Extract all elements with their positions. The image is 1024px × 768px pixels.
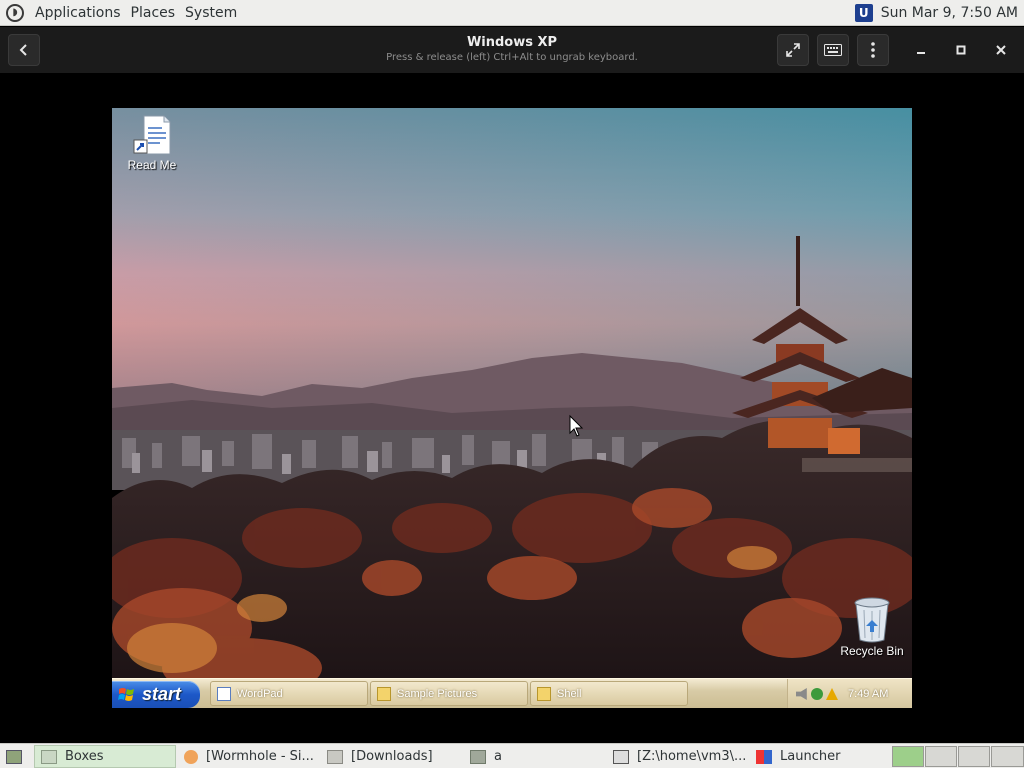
xp-taskbar: start WordPad Sample Pictures Shell 7:49… <box>112 678 912 708</box>
folder-icon <box>327 749 343 764</box>
fullscreen-icon <box>786 43 800 57</box>
desktop-icon-recycle-bin[interactable]: Recycle Bin <box>832 596 912 658</box>
workspace-4[interactable] <box>991 746 1024 767</box>
taskbar-item-label: WordPad <box>237 687 283 700</box>
taskbar-item-label: [Downloads] <box>351 749 433 764</box>
app-indicator-icon[interactable]: U <box>854 3 873 22</box>
top-menu-bar: ◗ Applications Places System <box>0 0 248 26</box>
taskbar-item-label: [Wormhole - Si... <box>206 749 314 764</box>
folder-icon <box>470 749 486 764</box>
maximize-icon <box>956 45 966 55</box>
folder-icon <box>377 686 391 701</box>
xp-system-tray: 7:49 AM <box>787 679 912 708</box>
close-icon <box>996 45 1006 55</box>
keyboard-icon <box>824 44 842 56</box>
gnome-foot-icon[interactable]: ◗ <box>6 3 24 22</box>
taskbar-item-label: [Z:\home\vm3\... <box>637 749 747 764</box>
volume-icon[interactable] <box>796 688 807 700</box>
boxes-header-bar: Windows XP Press & release (left) Ctrl+A… <box>0 27 1024 73</box>
bottom-panel: Boxes [Wormhole - Si... [Downloads] a [Z… <box>0 743 1024 768</box>
warning-icon[interactable] <box>826 688 838 700</box>
taskbar-item-shell[interactable]: Shell <box>530 681 688 706</box>
show-desktop-button[interactable] <box>0 745 30 768</box>
top-panel-tray: U Sun Mar 9, 7:50 AM <box>854 3 1024 22</box>
xp-start-button[interactable]: start <box>112 681 200 708</box>
workspace-2[interactable] <box>925 746 957 767</box>
firefox-icon <box>184 749 198 764</box>
system-menu[interactable]: System <box>180 5 242 21</box>
recycle-bin-icon <box>854 597 890 643</box>
minimize-button[interactable] <box>905 34 937 66</box>
taskbar-item-boxes[interactable]: Boxes <box>34 745 176 768</box>
minimize-icon <box>917 52 925 54</box>
desktop-icon-label: Recycle Bin <box>840 644 904 658</box>
taskbar-item-wormhole[interactable]: [Wormhole - Si... <box>178 745 320 768</box>
windows-logo-icon <box>118 687 134 701</box>
top-panel: ◗ Applications Places System U Sun Mar 9… <box>0 0 1024 26</box>
kyoto-wallpaper <box>112 108 912 678</box>
keyboard-button[interactable] <box>817 34 849 66</box>
menu-button[interactable] <box>857 34 889 66</box>
taskbar-item-wordpad[interactable]: WordPad <box>210 681 368 706</box>
start-label: start <box>142 684 182 704</box>
folder-icon <box>537 686 551 701</box>
terminal-icon <box>613 749 629 764</box>
fullscreen-button[interactable] <box>777 34 809 66</box>
boxes-app-icon <box>41 749 57 764</box>
maximize-button[interactable] <box>945 34 977 66</box>
workspace-1[interactable] <box>892 746 924 767</box>
taskbar-item-sample-pictures[interactable]: Sample Pictures <box>370 681 528 706</box>
taskbar-item-launcher[interactable]: Launcher <box>750 745 888 768</box>
wordpad-icon <box>217 686 231 701</box>
xp-tray-clock[interactable]: 7:49 AM <box>848 688 888 700</box>
taskbar-item-label: Launcher <box>780 749 841 764</box>
taskbar-item-label: a <box>494 749 502 764</box>
taskbar-item-a[interactable]: a <box>464 745 606 768</box>
places-menu[interactable]: Places <box>126 5 181 21</box>
taskbar-item-label: Shell <box>557 687 582 700</box>
xp-guest-screen[interactable]: Read Me Recycle Bin start WordPad Sample… <box>112 108 912 708</box>
taskbar-item-downloads[interactable]: [Downloads] <box>321 745 463 768</box>
close-button[interactable] <box>985 34 1017 66</box>
panel-clock[interactable]: Sun Mar 9, 7:50 AM <box>881 5 1018 21</box>
tray-icons <box>796 688 838 700</box>
taskbar-item-label: Boxes <box>65 749 104 764</box>
workspace-3[interactable] <box>958 746 990 767</box>
taskbar-item-label: Sample Pictures <box>397 687 478 700</box>
launcher-icon <box>756 749 772 764</box>
desktop-icon-read-me[interactable]: Read Me <box>112 114 192 172</box>
show-desktop-icon <box>6 749 22 764</box>
applications-menu[interactable]: Applications <box>30 5 126 21</box>
security-shield-icon[interactable] <box>811 688 823 700</box>
document-icon <box>133 115 171 155</box>
taskbar-item-terminal[interactable]: [Z:\home\vm3\... <box>607 745 749 768</box>
desktop-icon-label: Read Me <box>127 158 177 172</box>
kebab-menu-icon <box>871 42 875 58</box>
